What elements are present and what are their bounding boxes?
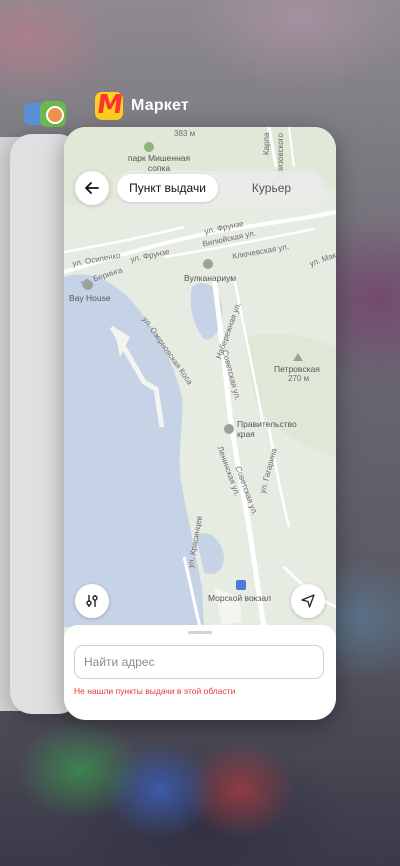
map-label-pravitelstvo: Правительство края [237,419,297,439]
bus-station-icon [236,580,246,590]
app-card[interactable]: 383 м парк Мишенная сопка Карла Елизовск… [64,127,336,720]
map-label-altitude: 383 м [174,129,196,138]
bottom-sheet: Не нашли пункты выдачи в этой области [64,625,336,720]
tab-pickup[interactable]: Пункт выдачи [117,174,218,202]
no-pickup-points-message: Не нашли пункты выдачи в этой области [74,686,236,696]
sheet-grabber[interactable] [188,631,212,634]
map-label-mishennaya: парк Мишенная сопка [127,153,191,173]
tab-courier[interactable]: Курьер [218,174,325,202]
address-search-input[interactable] [74,645,324,679]
government-icon [224,424,234,434]
app-label[interactable]: М Маркет [95,91,189,121]
arrow-left-icon [85,182,99,194]
filter-icon [86,595,98,607]
map-label-morskoy-vokzal: Морской вокзал [208,593,272,603]
navigation-arrow-icon [301,594,315,608]
vulkanarium-icon [203,259,213,269]
map-label-vulkanarium: Вулканариум [184,273,237,283]
park-icon [144,142,154,152]
market-logo-icon: М [95,92,123,120]
other-app-icon[interactable] [24,101,68,127]
map-label-bay-house: Bay House [69,293,111,303]
app-name: Маркет [131,97,189,114]
filter-button[interactable] [75,584,109,618]
peak-icon [293,353,303,361]
map-label-petrovskaya: Петровская [274,364,320,374]
map-label-petrovskaya-alt: 270 м [288,374,310,383]
delivery-type-switch: Пункт выдачи Курьер [114,171,325,205]
map-label-karla: Карла [262,132,271,155]
my-location-button[interactable] [291,584,325,618]
bay-house-icon [83,280,93,290]
back-button[interactable] [75,171,109,205]
